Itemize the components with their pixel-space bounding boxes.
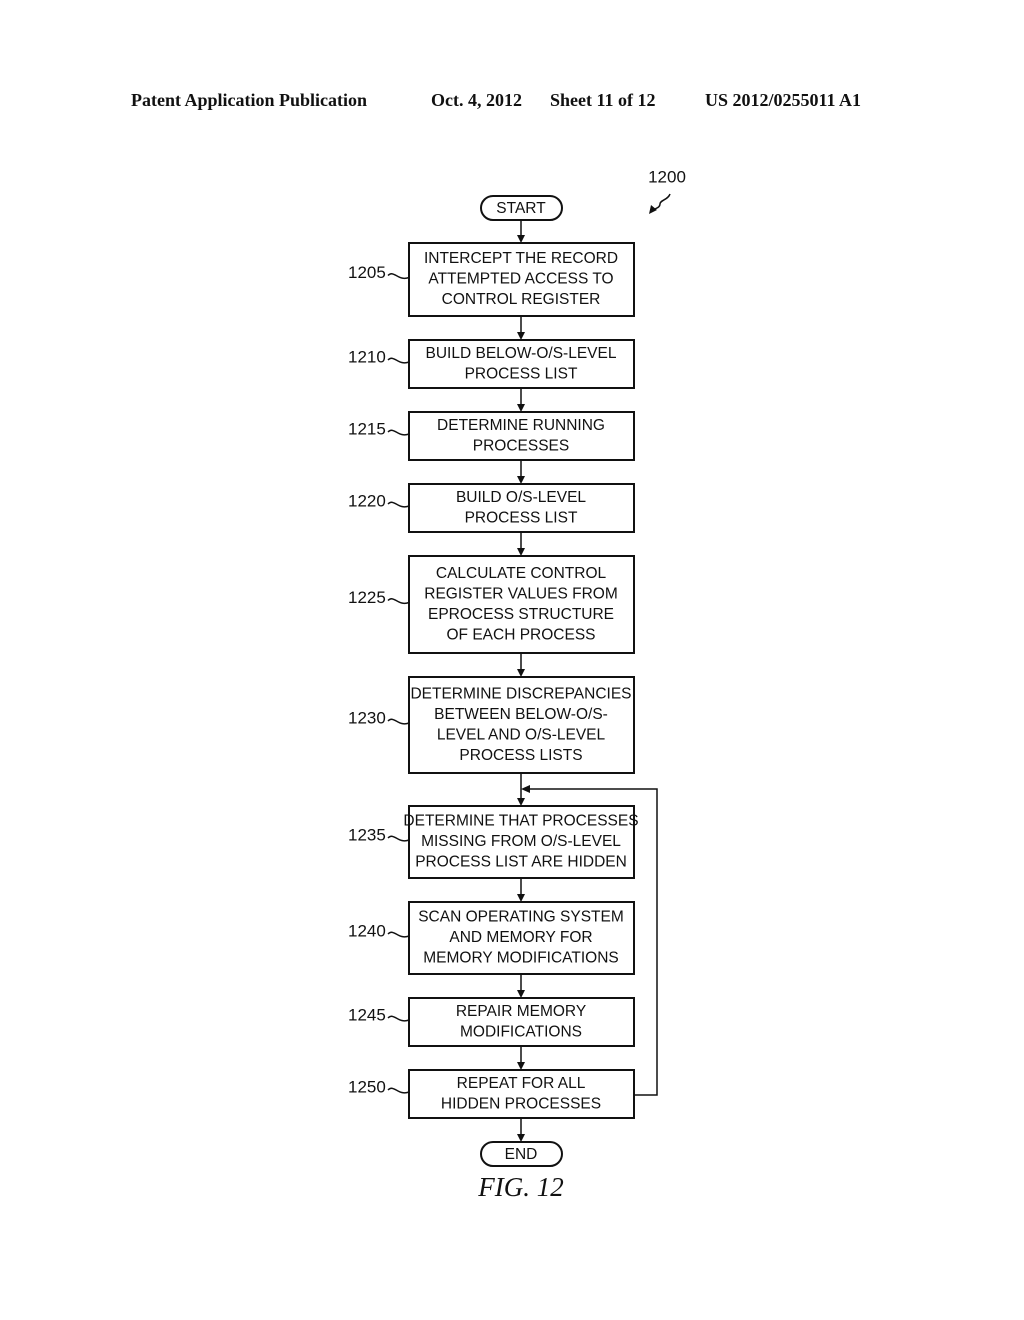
step-1210-text-line: PROCESS LIST	[465, 365, 578, 382]
step-1225-text-line: EPROCESS STRUCTURE	[428, 606, 614, 623]
step-1215-text-line: DETERMINE RUNNING	[437, 417, 605, 434]
flowchart: 1200 START INTERCEPT THE RECORD ATTEMPTED A…	[348, 167, 686, 1202]
step-1215-text-line: PROCESSES	[473, 437, 569, 454]
step-1245-text-line: REPAIR MEMORY	[456, 1003, 586, 1020]
step-1225-text-line: OF EACH PROCESS	[447, 626, 596, 643]
step-1240-text-line: AND MEMORY FOR	[449, 929, 592, 946]
arrow-1220-to-1225-head	[517, 548, 525, 556]
arrow-1230-to-1235-head	[517, 798, 525, 806]
step-ref-1240: 1240	[348, 921, 386, 940]
step-1235-text-line: DETERMINE THAT PROCESSES	[403, 813, 638, 830]
step-ref-leader-1215	[387, 429, 410, 436]
step-ref-1235: 1235	[348, 825, 386, 844]
step-ref-1250: 1250	[348, 1077, 386, 1096]
step-1225-text-line: REGISTER VALUES FROM	[424, 585, 618, 602]
step-1250-text-line: HIDDEN PROCESSES	[441, 1095, 601, 1112]
arrow-1240-to-1245-head	[517, 990, 525, 998]
diagram-reference-arrowhead	[649, 205, 657, 214]
step-1245-text-line: MODIFICATIONS	[460, 1023, 582, 1040]
step-1220-text-line: BUILD O/S-LEVEL	[456, 489, 586, 506]
step-ref-1230: 1230	[348, 708, 386, 727]
step-ref-1225: 1225	[348, 588, 386, 607]
step-ref-leader-1250	[387, 1087, 410, 1094]
arrow-1225-to-1230-head	[517, 669, 525, 677]
step-1230-text-line: PROCESS LISTS	[459, 747, 582, 764]
diagram-reference-number: 1200	[648, 167, 686, 186]
step-ref-1215: 1215	[348, 419, 386, 438]
start-label: START	[496, 200, 546, 217]
step-1225-text-line: CALCULATE CONTROL	[436, 565, 607, 582]
arrow-1210-to-1215-head	[517, 404, 525, 412]
step-ref-leader-1225	[387, 598, 410, 605]
step-1205-text-line: ATTEMPTED ACCESS TO	[428, 271, 613, 288]
step-ref-leader-1240	[387, 931, 410, 938]
arrow-start-to-1205-head	[517, 235, 525, 243]
step-ref-leader-1235	[387, 835, 410, 842]
figure-label: FIG. 12	[477, 1172, 563, 1202]
step-ref-1205: 1205	[348, 263, 386, 282]
step-1210-text-line: BUILD BELOW-O/S-LEVEL	[426, 345, 617, 362]
arrow-1215-to-1220-head	[517, 476, 525, 484]
step-1205-text-line: CONTROL REGISTER	[442, 291, 601, 308]
step-1240-text-line: MEMORY MODIFICATIONS	[423, 950, 618, 967]
step-ref-1220: 1220	[348, 491, 386, 510]
step-ref-leader-1210	[387, 357, 410, 364]
step-1230-text-line: DETERMINE DISCREPANCIES	[410, 685, 631, 702]
step-1205-text-line: INTERCEPT THE RECORD	[424, 250, 618, 267]
step-ref-leader-1220	[387, 501, 410, 508]
arrow-1205-to-1210-head	[517, 332, 525, 340]
step-ref-1245: 1245	[348, 1005, 386, 1024]
step-ref-leader-1245	[387, 1015, 410, 1022]
loop-back-arrowhead	[521, 785, 530, 793]
step-ref-leader-1230	[387, 718, 410, 725]
step-1240-text-line: SCAN OPERATING SYSTEM	[418, 909, 624, 926]
arrow-1250-to-end-head	[517, 1134, 525, 1142]
end-label: END	[505, 1146, 538, 1163]
step-ref-1210: 1210	[348, 347, 386, 366]
step-ref-leader-1205	[387, 273, 410, 280]
arrow-1235-to-1240-head	[517, 894, 525, 902]
step-1235-text-line: PROCESS LIST ARE HIDDEN	[415, 854, 627, 871]
step-1220-text-line: PROCESS LIST	[465, 509, 578, 526]
step-1230-text-line: LEVEL AND O/S-LEVEL	[437, 726, 606, 743]
arrow-1245-to-1250-head	[517, 1062, 525, 1070]
step-1230-text-line: BETWEEN BELOW-O/S-	[434, 706, 608, 723]
step-1250-text-line: REPEAT FOR ALL	[457, 1075, 586, 1092]
step-1235-text-line: MISSING FROM O/S-LEVEL	[421, 833, 621, 850]
